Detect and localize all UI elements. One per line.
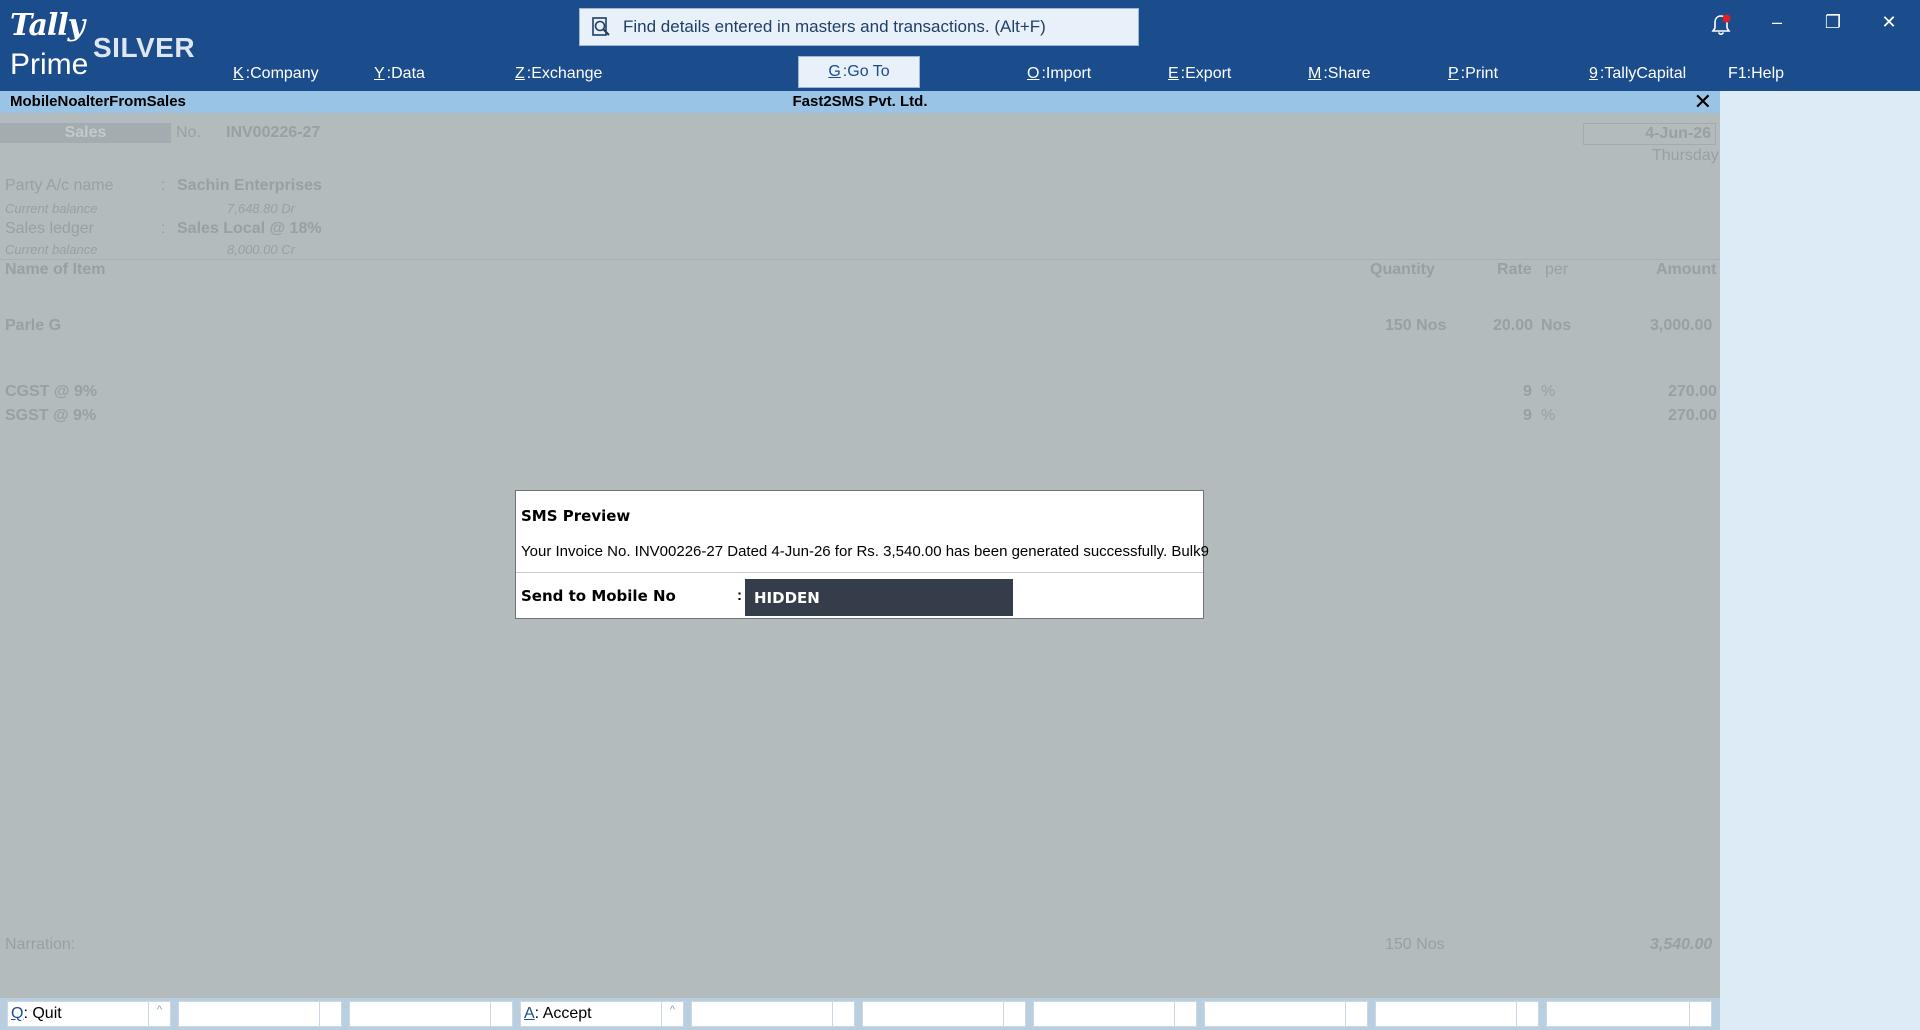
item-per: Nos xyxy=(1541,317,1572,334)
menu-print[interactable]: P: Print xyxy=(1448,58,1498,90)
sms-preview-dialog: SMS Preview Your Invoice No. INV00226-27… xyxy=(515,490,1209,619)
sales-ledger-label: Sales ledger xyxy=(5,220,94,237)
party-label: Party A/c name xyxy=(5,177,114,194)
sub-menu-caret: ^ xyxy=(148,1002,170,1026)
header-separator xyxy=(0,259,1720,260)
dialog-separator xyxy=(516,572,1203,573)
bottom-button-empty[interactable] xyxy=(1033,1001,1197,1027)
menu-export[interactable]: E: Export xyxy=(1168,58,1231,90)
col-per-header: per xyxy=(1545,261,1569,278)
mobile-no-field[interactable]: HIDDEN xyxy=(745,579,1013,616)
screen-close-button[interactable]: ✕ xyxy=(1694,89,1712,115)
right-button-panel xyxy=(1720,91,1920,1030)
item-rate: 20.00 xyxy=(1493,317,1534,334)
total-amount: 3,540.00 xyxy=(1650,936,1713,953)
bottom-button-empty[interactable] xyxy=(1546,1001,1712,1027)
col-rate-header: Rate xyxy=(1497,261,1532,278)
menu-import[interactable]: O: Import xyxy=(1027,58,1091,90)
mobile-no-label: Send to Mobile No xyxy=(521,587,676,605)
menu-tallycapital[interactable]: 9: TallyCapital xyxy=(1589,58,1686,90)
search-placeholder: Find details entered in masters and tran… xyxy=(623,17,1046,36)
voucher-no-label: No. xyxy=(176,124,201,141)
sales-ledger-colon: : xyxy=(161,220,166,237)
menu-go-to[interactable]: G: Go To xyxy=(798,56,920,88)
tax-amount: 270.00 xyxy=(1668,383,1717,400)
tax-per: % xyxy=(1541,383,1556,400)
item-quantity: 150 Nos xyxy=(1385,317,1447,334)
menu-exchange[interactable]: Z: Exchange xyxy=(515,58,602,90)
top-bar: Tally Prime SILVER Find details entered … xyxy=(0,0,1920,91)
sales-ledger: Sales Local @ 18% xyxy=(177,220,322,237)
search-bar[interactable]: Find details entered in masters and tran… xyxy=(579,8,1139,46)
party-balance: 7,648.80 Dr xyxy=(227,201,295,216)
quit-button[interactable]: Q: Quit ^ xyxy=(7,1001,171,1027)
menu-company[interactable]: K: Company xyxy=(233,58,319,90)
col-quantity-header: Quantity xyxy=(1370,261,1435,278)
tax-name: SGST @ 9% xyxy=(5,407,97,424)
col-amount-header: Amount xyxy=(1656,261,1717,278)
menu-share[interactable]: M: Share xyxy=(1308,58,1370,90)
item-amount: 3,000.00 xyxy=(1650,317,1713,334)
bottom-button-empty[interactable] xyxy=(691,1001,855,1027)
voucher-day: Thursday xyxy=(1652,147,1719,164)
party-name: Sachin Enterprises xyxy=(177,177,322,194)
bottom-button-empty[interactable] xyxy=(349,1001,513,1027)
tax-name: CGST @ 9% xyxy=(5,383,98,400)
tax-rate: 9 xyxy=(1523,383,1532,400)
logo-prime-text: Prime xyxy=(10,48,89,81)
voucher-date: 4-Jun-26 xyxy=(1583,123,1716,145)
tax-per: % xyxy=(1541,407,1556,424)
party-colon: : xyxy=(161,177,166,194)
party-balance-label: Current balance xyxy=(5,201,98,216)
dialog-title: SMS Preview xyxy=(521,507,631,525)
logo-tally-text: Tally xyxy=(10,8,85,43)
tax-rate: 9 xyxy=(1523,407,1532,424)
sales-balance-label: Current balance xyxy=(5,242,98,257)
tax-amount: 270.00 xyxy=(1668,407,1717,424)
window-close-button[interactable]: ✕ xyxy=(1874,12,1904,33)
edition-label: SILVER xyxy=(93,32,196,63)
search-document-icon xyxy=(592,17,610,36)
menu-data[interactable]: Y: Data xyxy=(374,58,425,90)
menu-help[interactable]: F1: Help xyxy=(1728,58,1784,90)
total-quantity: 150 Nos xyxy=(1385,936,1445,953)
sub-menu-caret: ^ xyxy=(661,1002,683,1026)
restore-button[interactable]: ❐ xyxy=(1818,12,1848,33)
sms-message: Your Invoice No. INV00226-27 Dated 4-Jun… xyxy=(521,543,1209,560)
sales-balance: 8,000.00 Cr xyxy=(227,242,295,257)
company-name: Fast2SMS Pvt. Ltd. xyxy=(792,93,928,110)
voucher-number: INV00226-27 xyxy=(226,124,321,141)
bell-icon[interactable] xyxy=(1710,13,1732,37)
minimize-button[interactable]: – xyxy=(1762,12,1792,33)
bottom-button-bar: Q: Quit ^ A: Accept ^ xyxy=(0,998,1720,1030)
narration-label: Narration: xyxy=(5,936,76,953)
accept-button[interactable]: A: Accept ^ xyxy=(520,1001,684,1027)
bottom-button-empty[interactable] xyxy=(862,1001,1026,1027)
bottom-button-empty[interactable] xyxy=(1204,1001,1368,1027)
bottom-button-empty[interactable] xyxy=(1375,1001,1539,1027)
mobile-no-colon: : xyxy=(737,587,742,604)
item-name: Parle G xyxy=(5,317,62,334)
bottom-button-empty[interactable] xyxy=(178,1001,342,1027)
col-item-header: Name of Item xyxy=(5,261,106,278)
voucher-type: Sales xyxy=(0,123,171,143)
screen-title-bar: MobileNoalterFromSales Fast2SMS Pvt. Ltd… xyxy=(0,89,1720,115)
